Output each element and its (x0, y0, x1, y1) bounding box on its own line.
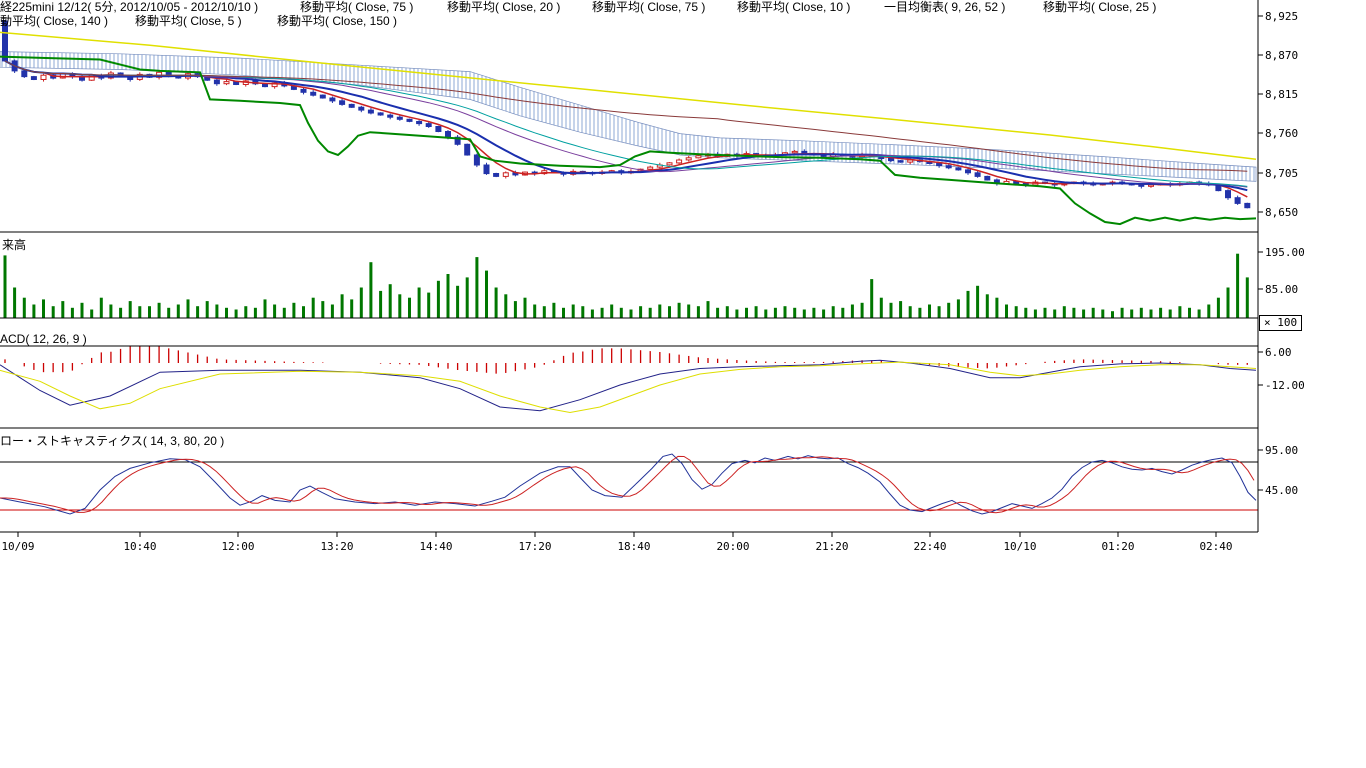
legend-item-4[interactable]: 移動平均( Close, 10 ) (737, 1, 850, 14)
time-axis-label-4: 14:40 (414, 540, 458, 553)
time-axis-label-9: 22:40 (908, 540, 952, 553)
chart-canvas[interactable] (0, 0, 1366, 560)
legend-item-b1[interactable]: 移動平均( Close, 5 ) (135, 15, 242, 28)
time-axis-label-0: 10/09 (0, 540, 40, 553)
stochastics-panel-title: ロー・ストキャスティクス( 14, 3, 80, 20 ) (0, 432, 224, 449)
legend-item-0[interactable]: 経225mini 12/12( 5分, 2012/10/05 - 2012/10… (0, 1, 258, 14)
time-axis-label-3: 13:20 (315, 540, 359, 553)
time-axis-label-11: 01:20 (1096, 540, 1140, 553)
time-axis-label-8: 21:20 (810, 540, 854, 553)
legend-item-1[interactable]: 移動平均( Close, 75 ) (300, 1, 413, 14)
macd-panel-title: ACD( 12, 26, 9 ) (0, 332, 87, 346)
legend-item-b0[interactable]: 動平均( Close, 140 ) (0, 15, 108, 28)
time-axis-label-2: 12:00 (216, 540, 260, 553)
legend-item-2[interactable]: 移動平均( Close, 20 ) (447, 1, 560, 14)
legend-item-3[interactable]: 移動平均( Close, 75 ) (592, 1, 705, 14)
price-axis-label-5: 8,650 (1265, 206, 1298, 219)
time-axis-label-10: 10/10 (998, 540, 1042, 553)
price-axis-label-0: 8,925 (1265, 10, 1298, 23)
time-axis-label-1: 10:40 (118, 540, 162, 553)
chart-application-window: 経225mini 12/12( 5分, 2012/10/05 - 2012/10… (0, 0, 1366, 768)
macd-axis-label-1: -12.00 (1265, 379, 1305, 392)
volume-axis-label-0: 195.00 (1265, 246, 1305, 259)
time-axis-label-12: 02:40 (1194, 540, 1238, 553)
volume-panel-title: 来高 (2, 236, 26, 253)
volume-multiplier-badge: × 100 (1259, 315, 1302, 331)
legend-item-6[interactable]: 移動平均( Close, 25 ) (1043, 1, 1156, 14)
stoch-axis-label-0: 95.00 (1265, 444, 1298, 457)
price-axis-label-3: 8,760 (1265, 127, 1298, 140)
time-axis-label-5: 17:20 (513, 540, 557, 553)
price-axis-label-2: 8,815 (1265, 88, 1298, 101)
price-axis-label-1: 8,870 (1265, 49, 1298, 62)
price-axis-label-4: 8,705 (1265, 167, 1298, 180)
volume-axis-label-1: 85.00 (1265, 283, 1298, 296)
legend-item-5[interactable]: 一目均衡表( 9, 26, 52 ) (884, 1, 1005, 14)
stoch-axis-label-1: 45.00 (1265, 484, 1298, 497)
time-axis-label-6: 18:40 (612, 540, 656, 553)
macd-axis-label-0: 6.00 (1265, 346, 1292, 359)
legend-item-b2[interactable]: 移動平均( Close, 150 ) (277, 15, 397, 28)
time-axis-label-7: 20:00 (711, 540, 755, 553)
